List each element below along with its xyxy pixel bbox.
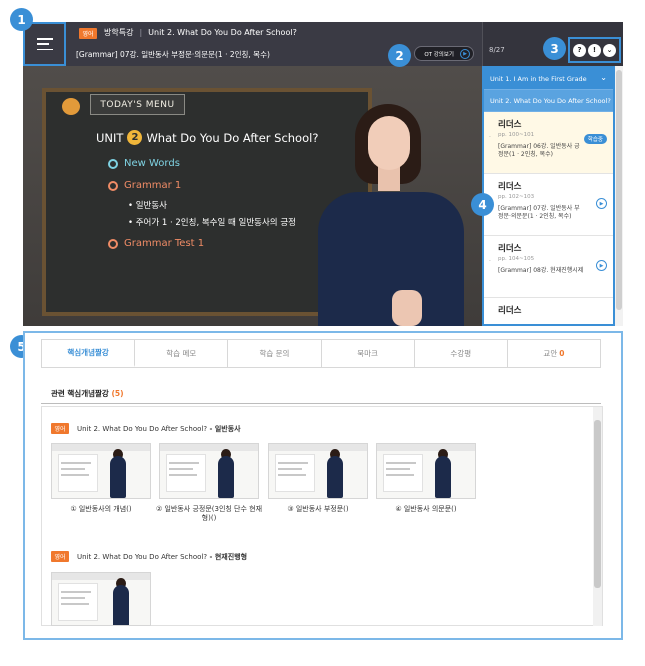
group-title: Unit 2. What Do You Do After School? - 현… <box>77 552 247 562</box>
board-item-label: New Words <box>124 158 180 169</box>
course-name: 방학특강 <box>104 28 134 37</box>
unit-row-label: Unit 2. What Do You Do After School? <box>490 96 611 105</box>
lesson-title: 리더스 <box>498 120 522 130</box>
lesson-title: 리더스 <box>498 182 522 192</box>
video-thumbnail[interactable] <box>51 443 151 499</box>
play-icon[interactable]: ▶ <box>596 198 607 209</box>
lesson-desc: [Grammar] 08강. 현재진행시제 <box>498 267 584 274</box>
lesson-title: 리더스 <box>498 306 522 316</box>
video-caption[interactable]: ② 일반동사 긍정문(3인칭 단수 현재형)() <box>154 505 264 523</box>
related-count: (5) <box>111 389 124 398</box>
subject-badge: 영어 <box>51 423 69 434</box>
callout-3: 3 <box>543 37 566 60</box>
lesson-list-scroll-thumb[interactable] <box>616 70 622 310</box>
dot-icon: · <box>489 258 491 265</box>
group-header: 영어 Unit 2. What Do You Do After School? … <box>51 423 241 434</box>
video-thumbnail[interactable] <box>159 443 259 499</box>
todays-menu-tag: TODAY'S MENU <box>90 94 185 115</box>
lesson-pages: pp. 102~103 <box>498 194 535 200</box>
group-topic: - 일반동사 <box>207 424 241 433</box>
board-item-label: Grammar 1 <box>124 180 182 191</box>
callout-2: 2 <box>388 44 411 67</box>
subject-badge: 영어 <box>51 551 69 562</box>
handout-count: 0 <box>559 349 565 358</box>
board-item-grammar-test: Grammar Test 1 <box>108 238 204 249</box>
ot-lecture-label: OT 강의보기 <box>424 51 454 58</box>
menu-button[interactable] <box>23 22 66 66</box>
ot-lecture-button[interactable]: OT 강의보기 ▶ <box>414 46 474 61</box>
tab-bookmark[interactable]: 북마크 <box>321 340 415 367</box>
tab-study-inquiry[interactable]: 학습 문의 <box>228 340 322 367</box>
presenter-hand <box>392 290 422 326</box>
tab-review[interactable]: 수강평 <box>414 340 508 367</box>
course-title: 방학특강 | Unit 2. What Do You Do After School… <box>104 27 297 38</box>
tab-underline <box>135 367 601 368</box>
group-unit: Unit 2. What Do You Do After School? <box>77 424 208 433</box>
ring-icon <box>108 180 118 191</box>
ring-icon <box>108 158 118 169</box>
lesson-item[interactable]: · 리더스 pp. 104~105 [Grammar] 08강. 현재진행시제 … <box>484 236 613 298</box>
notice-button[interactable]: ! <box>588 43 601 57</box>
group-topic: - 현재진행형 <box>207 552 248 561</box>
control-buttons: ? ! ⌄ <box>568 37 621 63</box>
board-unit-prefix: UNIT <box>96 130 124 145</box>
play-icon: ▶ <box>460 48 470 59</box>
tab-handout-label: 교안 <box>543 349 558 358</box>
lesson-title: 리더스 <box>498 244 522 254</box>
title-separator: | <box>139 28 143 37</box>
callout-1: 1 <box>10 8 33 31</box>
lesson-item[interactable]: 리더스 <box>484 298 613 324</box>
presenter-face <box>368 116 410 170</box>
unit-name: Unit 2. What Do You Do After School? <box>148 28 297 37</box>
video-caption[interactable]: ④ 일반동사 의문문() <box>371 505 481 514</box>
board-item-grammar: Grammar 1 <box>108 180 181 191</box>
group-unit: Unit 2. What Do You Do After School? <box>77 552 208 561</box>
ring-icon <box>108 238 118 249</box>
video-thumbnail[interactable] <box>268 443 368 499</box>
video-caption[interactable]: ① 일반동사의 개념() <box>46 505 156 514</box>
video-caption[interactable]: ③ 일반동사 부정문() <box>263 505 373 514</box>
lesson-pages: pp. 104~105 <box>498 256 535 262</box>
chevron-down-icon: ⌄ <box>600 73 607 82</box>
lecture-title: [Grammar] 07강. 일반동사 부정문·의문문(1 · 2인칭, 복수) <box>76 50 270 59</box>
callout-4: 4 <box>471 193 494 216</box>
lesson-progress: 8/27 <box>489 46 505 54</box>
video-thumbnail[interactable] <box>51 572 151 626</box>
dot-icon: · <box>489 134 491 141</box>
board-unit-title: UNIT 2 What Do You Do After School? <box>96 130 318 145</box>
lesson-list: Unit 1. I Am in the First Grade ⌄ Unit 2… <box>482 66 615 326</box>
related-title: 관련 핵심개념짤강 (5) <box>51 388 124 399</box>
board-unit-text: What Do You Do After School? <box>146 130 319 145</box>
help-button[interactable]: ? <box>573 43 586 57</box>
hamburger-icon <box>36 38 53 50</box>
unit-row-1[interactable]: Unit 1. I Am in the First Grade ⌄ <box>484 68 613 90</box>
play-icon[interactable]: ▶ <box>596 260 607 271</box>
tab-bar: 핵심개념짤강 학습 메모 학습 문의 북마크 수강평 교안 0 <box>41 339 601 368</box>
tab-core-concepts[interactable]: 핵심개념짤강 <box>42 340 136 367</box>
tab-handout[interactable]: 교안 0 <box>507 340 601 367</box>
unit-row-2[interactable]: Unit 2. What Do You Do After School? <box>484 90 613 112</box>
group-title: Unit 2. What Do You Do After School? - 일… <box>77 424 241 434</box>
tab-study-memo[interactable]: 학습 메모 <box>135 340 229 367</box>
studying-badge[interactable]: 학습중 <box>583 134 607 144</box>
related-title-text: 관련 핵심개념짤강 <box>51 389 109 398</box>
video-thumbnail[interactable] <box>376 443 476 499</box>
lesson-item[interactable]: · 리더스 pp. 100~101 [Grammar] 06강. 일반동사 긍정… <box>484 112 613 174</box>
lesson-desc: [Grammar] 06강. 일반동사 긍정문(1 · 2인칭, 복수) <box>498 143 580 159</box>
board-subitem: • 주어가 1 · 2인칭, 복수일 때 일반동사의 긍정 <box>128 218 296 228</box>
board-subitem: • 일반동사 <box>128 201 167 211</box>
board-item-new-words: New Words <box>108 158 180 169</box>
subject-badge: 영어 <box>79 28 97 39</box>
related-divider <box>41 403 601 404</box>
presenter-dress <box>318 192 464 326</box>
related-list-scroll-thumb[interactable] <box>594 420 601 588</box>
collapse-button[interactable]: ⌄ <box>603 43 616 57</box>
lesson-item[interactable]: · 리더스 pp. 102~103 [Grammar] 07강. 일반동사 부정… <box>484 174 613 236</box>
group-header: 영어 Unit 2. What Do You Do After School? … <box>51 551 247 562</box>
unit-row-label: Unit 1. I Am in the First Grade <box>490 74 587 83</box>
board-item-label: Grammar Test 1 <box>124 238 205 249</box>
apple-icon <box>62 98 80 115</box>
lesson-desc: [Grammar] 07강. 일반동사 부정문·의문문(1 · 2인칭, 복수) <box>498 205 580 221</box>
board-unit-number: 2 <box>127 130 143 145</box>
